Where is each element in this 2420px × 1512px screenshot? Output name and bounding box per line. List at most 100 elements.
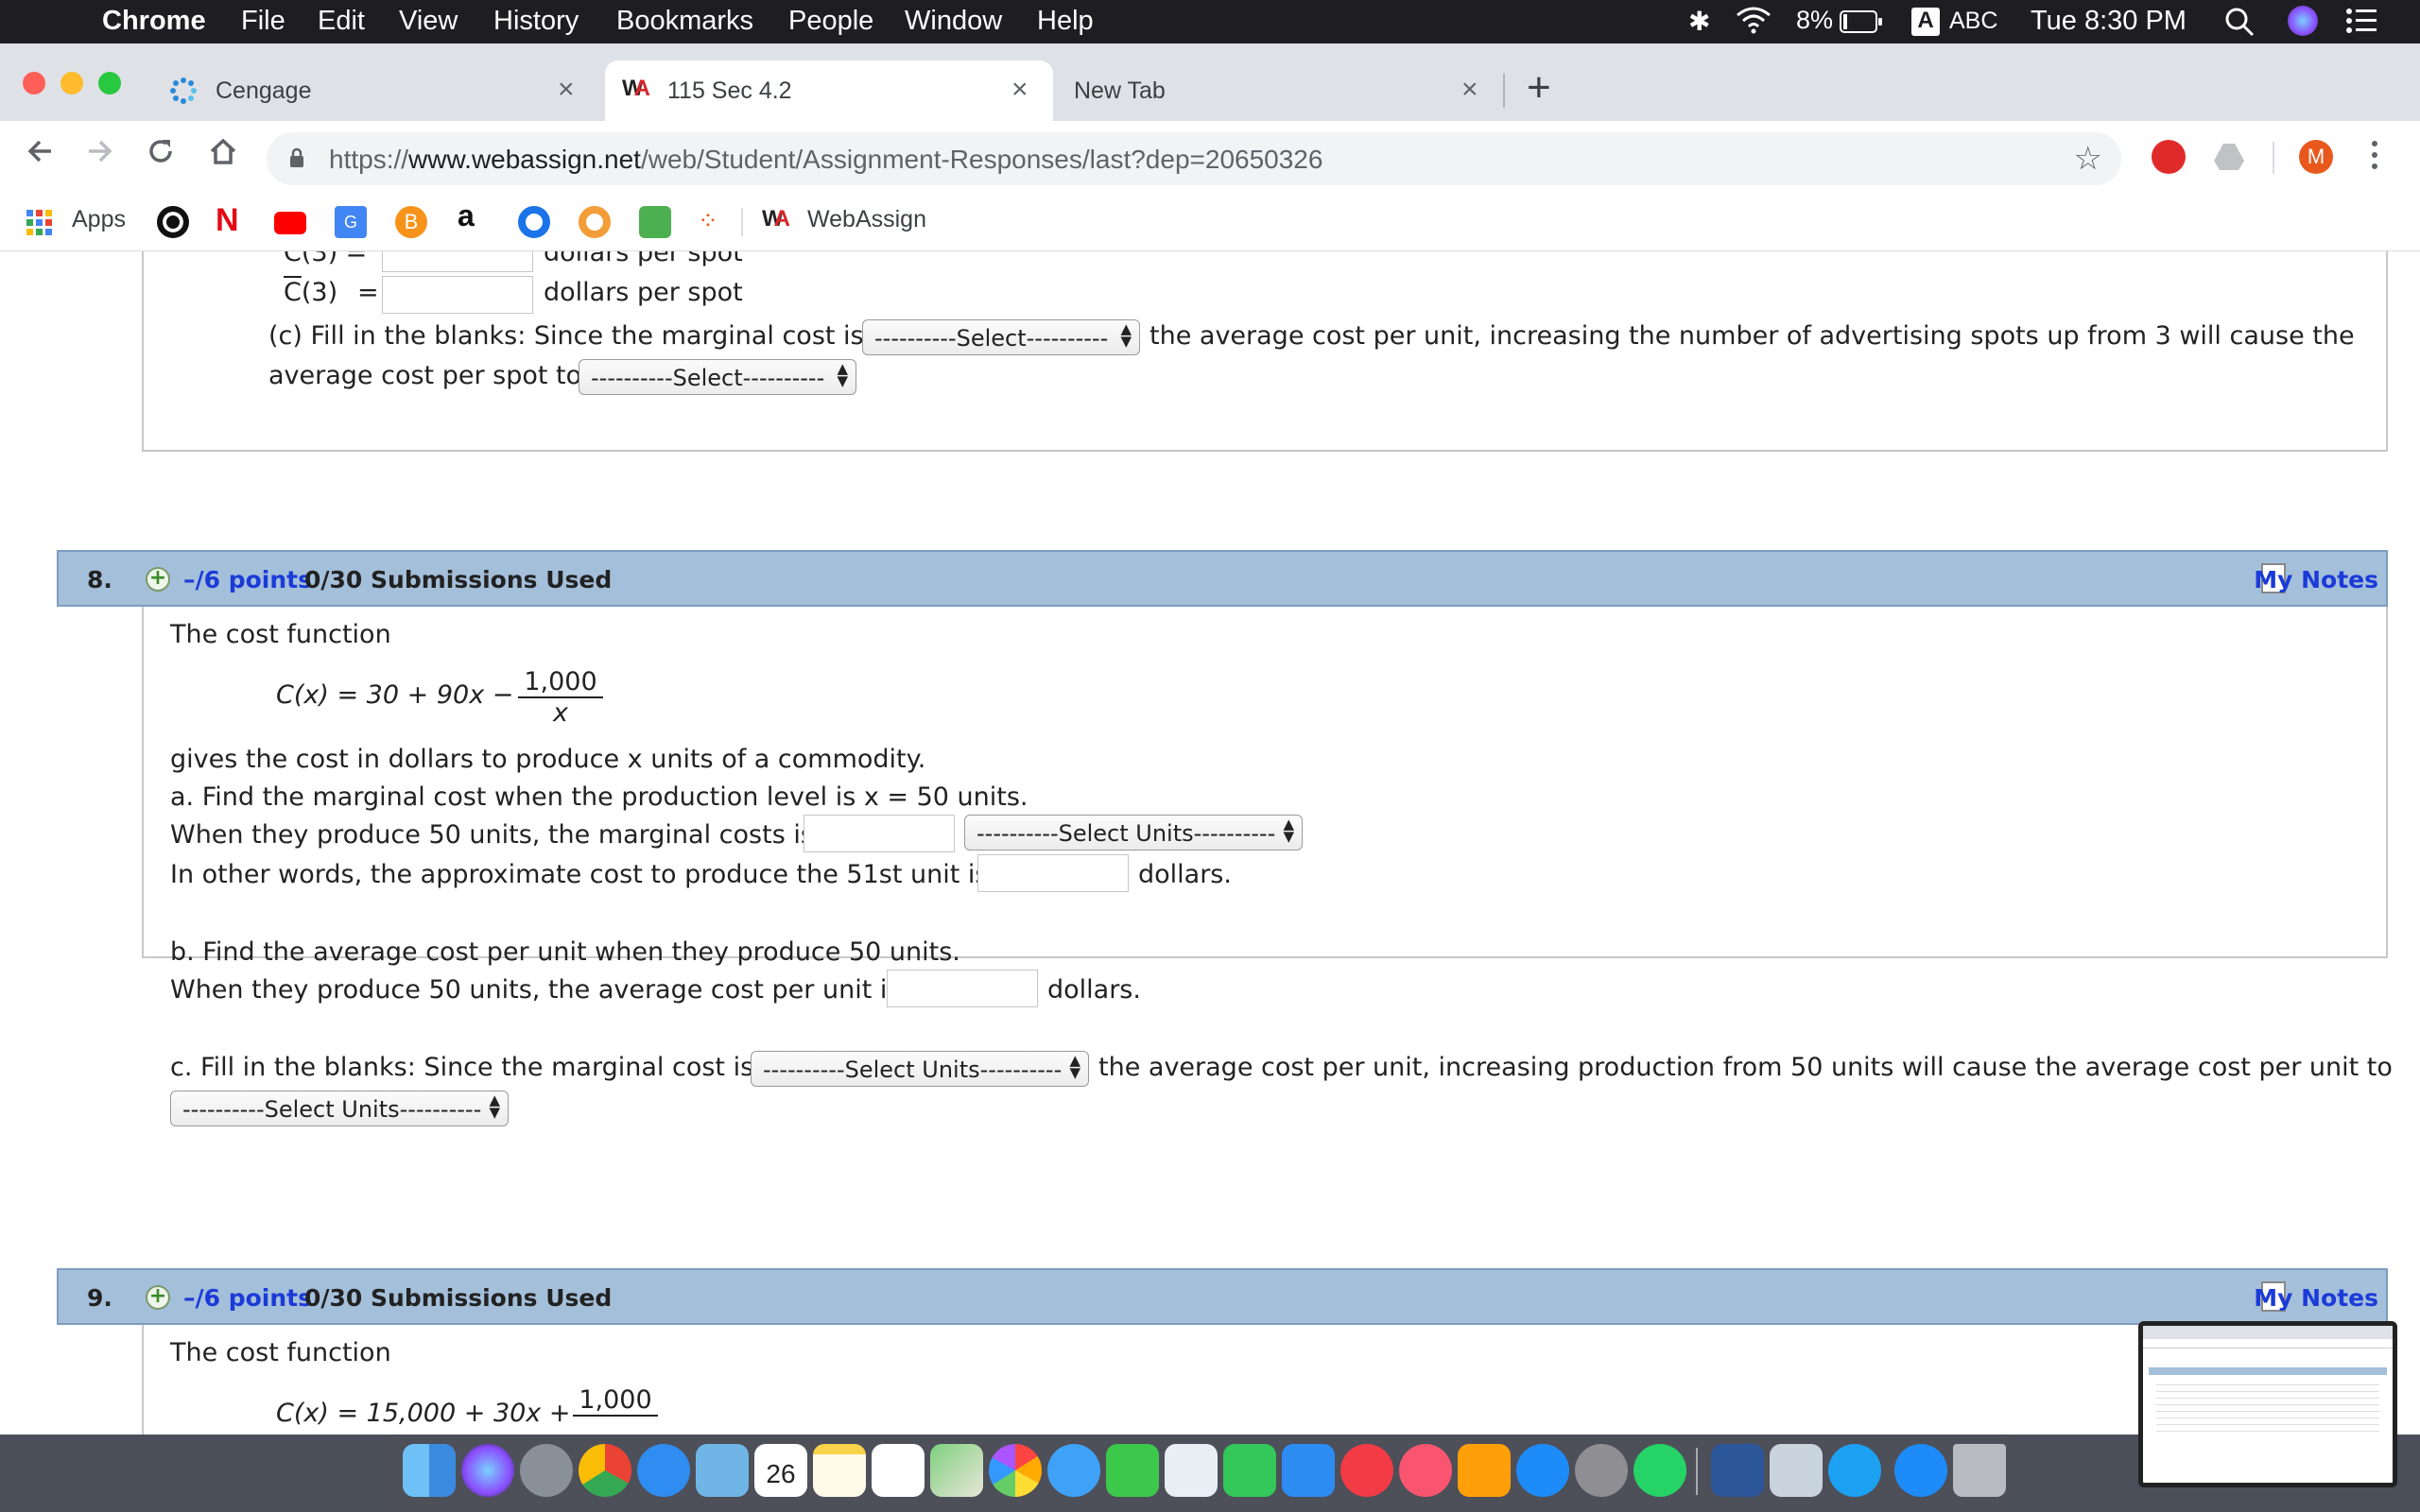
reminders-icon[interactable] (872, 1444, 925, 1497)
expand-plus-icon[interactable]: + (146, 1285, 170, 1310)
menu-history[interactable]: History (493, 6, 579, 37)
app-store-icon[interactable] (1516, 1444, 1569, 1497)
bookmark-star-icon[interactable]: ☆ (2074, 140, 2102, 178)
keynote-icon[interactable] (1282, 1444, 1335, 1497)
tab-115-sec-4-2[interactable]: WA 115 Sec 4.2 × (605, 60, 1053, 121)
q8-marginal-cost-input[interactable] (804, 815, 955, 852)
question-points-link[interactable]: –/6 points (183, 566, 312, 593)
q8-marginal-units-select[interactable]: ----------Select Units---------- ▲ ▼ (964, 815, 1303, 850)
numbers-icon[interactable] (1223, 1444, 1276, 1497)
keynote-preview-icon[interactable] (1165, 1444, 1218, 1497)
bookmark-blue-ring-icon[interactable] (518, 206, 550, 238)
tab-new-tab[interactable]: New Tab × (1059, 60, 1503, 121)
q9-intro: The cost function (170, 1338, 391, 1367)
address-bar[interactable]: https://www.webassign.net/web/Student/As… (267, 132, 2121, 185)
notification-center-icon[interactable] (2344, 4, 2378, 45)
menu-view[interactable]: View (399, 6, 458, 37)
music-icon[interactable] (1399, 1444, 1452, 1497)
apps-grid-icon[interactable] (26, 210, 59, 242)
my-notes-link[interactable]: My Notes (2254, 1284, 2378, 1312)
q8-51st-unit-cost-input[interactable] (977, 854, 1129, 892)
chrome-menu-icon[interactable] (2369, 138, 2380, 180)
siri-icon[interactable] (2288, 6, 2318, 36)
finder-icon[interactable] (403, 1444, 456, 1497)
menu-help[interactable]: Help (1037, 6, 1094, 37)
window-close-button[interactable] (23, 72, 45, 94)
chrome-dock-icon[interactable] (579, 1444, 631, 1497)
window-zoom-button[interactable] (98, 72, 121, 94)
books-icon[interactable] (1458, 1444, 1511, 1497)
url-text[interactable]: https://www.webassign.net/web/Student/As… (329, 145, 1322, 175)
safari-icon[interactable] (637, 1444, 690, 1497)
bookmark-netflix-icon[interactable]: N (216, 202, 248, 238)
bookmark-webassign[interactable]: WebAssign (807, 206, 926, 233)
prev-c-select-1[interactable]: ----------Select---------- ▲ ▼ (862, 319, 1140, 355)
bookmark-green-icon[interactable] (639, 206, 671, 238)
mail-stamp-icon[interactable] (696, 1444, 749, 1497)
input-source-label: ABC (1949, 8, 1998, 34)
menu-app-name[interactable]: Chrome (102, 6, 206, 37)
launchpad-icon[interactable] (520, 1444, 573, 1497)
window-minimize-button[interactable] (60, 72, 83, 94)
input-source-icon[interactable]: A (1911, 8, 1940, 36)
menubar-clock[interactable]: Tue 8:30 PM (2031, 6, 2187, 37)
maps-icon[interactable] (930, 1444, 983, 1497)
bluetooth-icon[interactable]: ✱ (1688, 6, 1710, 37)
q8-average-cost-input[interactable] (887, 970, 1038, 1007)
spotlight-search-icon[interactable] (2223, 6, 2256, 45)
webassign-bookmark-icon[interactable]: WA (762, 206, 794, 238)
adblock-extension-icon[interactable] (2152, 140, 2186, 174)
q8-part-c-select-1[interactable]: ----------Select Units---------- ▲ ▼ (751, 1051, 1089, 1087)
bookmark-apps[interactable]: Apps (72, 206, 126, 233)
trash-icon[interactable] (1953, 1444, 2006, 1497)
c3-answer-input[interactable] (382, 251, 533, 272)
menu-window[interactable]: Window (905, 6, 1002, 37)
bookmark-translate-icon[interactable]: G (335, 206, 367, 238)
bookmark-dots-icon[interactable]: ⁘ (698, 206, 730, 238)
bookmark-circle-icon[interactable] (157, 206, 189, 238)
word-icon[interactable] (1711, 1444, 1764, 1497)
twitter-icon[interactable] (1828, 1444, 1881, 1497)
bookmark-amazon-icon[interactable]: a (458, 198, 490, 232)
photos-icon[interactable] (989, 1444, 1042, 1497)
my-notes-link[interactable]: My Notes (2254, 566, 2378, 593)
calendar-icon[interactable]: 26 (754, 1444, 807, 1497)
tab-cengage[interactable]: Cengage × (151, 60, 596, 121)
expand-plus-icon[interactable]: + (146, 567, 170, 592)
bookmark-bitcoin-icon[interactable]: B (395, 206, 427, 238)
news-icon[interactable] (1340, 1444, 1393, 1497)
menu-bookmarks[interactable]: Bookmarks (616, 6, 753, 37)
wifi-icon[interactable] (1736, 6, 1772, 42)
notes-app-icon[interactable] (813, 1444, 866, 1497)
siri-dock-icon[interactable] (461, 1444, 514, 1497)
reload-button[interactable] (144, 134, 178, 177)
forward-button[interactable] (83, 134, 117, 177)
screenshot-thumbnail[interactable] (2138, 1321, 2397, 1487)
back-button[interactable] (23, 134, 57, 177)
system-preferences-icon[interactable] (1575, 1444, 1628, 1497)
image-capture-icon[interactable] (1770, 1444, 1823, 1497)
whatsapp-icon[interactable] (1634, 1444, 1686, 1497)
question-points-link[interactable]: –/6 points (183, 1284, 312, 1312)
q8-part-c-select-2[interactable]: ----------Select Units---------- ▲ ▼ (170, 1091, 509, 1126)
home-button[interactable] (206, 134, 240, 177)
menu-edit[interactable]: Edit (318, 6, 365, 37)
cbar3-answer-input[interactable] (382, 276, 533, 314)
tab-close-icon[interactable]: × (1011, 74, 1028, 106)
lock-icon[interactable] (289, 147, 304, 167)
menu-people[interactable]: People (788, 6, 873, 37)
profile-avatar[interactable]: M (2299, 140, 2333, 174)
facetime-icon[interactable] (1106, 1444, 1159, 1497)
tab-close-icon[interactable]: × (558, 74, 575, 106)
messages-icon[interactable] (1047, 1444, 1100, 1497)
tab-close-icon[interactable]: × (1461, 74, 1478, 106)
menu-file[interactable]: File (241, 6, 285, 37)
app-store-download-icon[interactable] (1894, 1444, 1947, 1497)
bookmark-youtube-icon[interactable] (274, 212, 306, 234)
bookmark-lifebuoy-icon[interactable] (579, 206, 611, 238)
battery-icon[interactable] (1840, 9, 1883, 41)
drive-extension-icon[interactable] (2212, 140, 2246, 174)
prev-c-select-2[interactable]: ----------Select---------- ▲ ▼ (579, 359, 856, 395)
prev-c-text-1: (c) Fill in the blanks: Since the margin… (268, 321, 864, 351)
new-tab-button[interactable]: + (1527, 64, 1551, 112)
